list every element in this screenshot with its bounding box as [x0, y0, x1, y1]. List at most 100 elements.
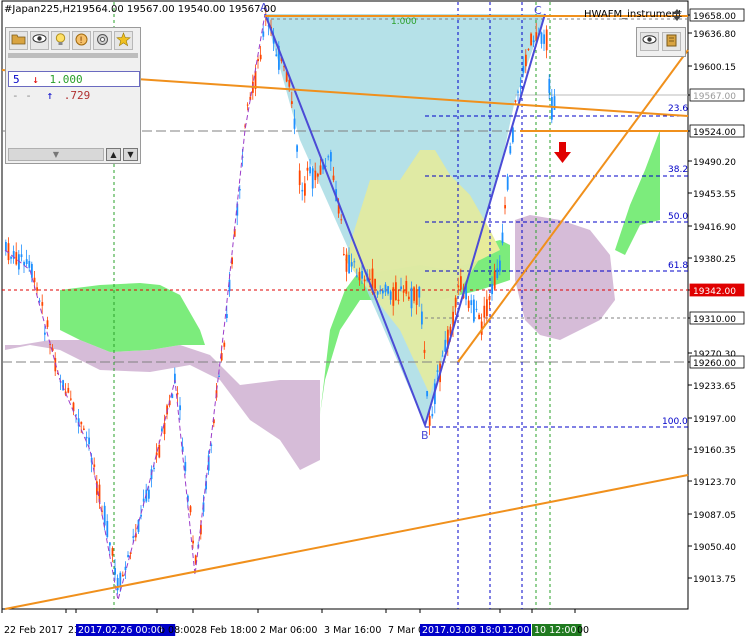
candle-body [41, 302, 44, 306]
candle-body [67, 387, 70, 393]
candle-body [491, 284, 493, 295]
candle-body [504, 205, 506, 209]
fib-row-value: .729 [63, 89, 91, 102]
candle-body [158, 444, 161, 458]
candle-body [400, 286, 402, 290]
candle-body [441, 355, 444, 357]
candle-body [140, 514, 142, 517]
candle-body [423, 349, 426, 353]
price-label: 19567.00 [693, 92, 736, 102]
candle-body [389, 291, 392, 300]
candle-body [343, 253, 345, 255]
candle-body [327, 156, 330, 158]
candle-body [551, 97, 553, 120]
candle-body [317, 173, 319, 177]
eye-icon[interactable] [640, 32, 659, 51]
candle-body [85, 436, 88, 439]
candle-body [431, 413, 434, 417]
price-label: 19453.55 [693, 190, 736, 200]
candle-body [509, 146, 512, 154]
fib-row-number: 5 [13, 73, 20, 86]
candle-body [161, 428, 163, 432]
candle-body [306, 167, 309, 171]
price-label: 19600.15 [693, 63, 736, 73]
scroll-down-icon[interactable]: ▼ [123, 148, 138, 161]
fib-row-dash: - - [12, 89, 32, 102]
price-label: 19524.00 [693, 128, 736, 138]
copy-icon[interactable] [662, 32, 681, 51]
candle-body [311, 168, 314, 189]
lightbulb-icon[interactable] [51, 31, 70, 50]
candle-body [486, 299, 488, 317]
fib-label-23: 23.6 [668, 104, 688, 114]
candle-body [226, 314, 228, 319]
price-label: 19490.20 [693, 158, 736, 168]
svg-text:!: ! [79, 36, 83, 46]
candle-body [392, 287, 395, 306]
candle-body [475, 308, 478, 310]
candle-body [493, 271, 496, 289]
candle-body [483, 305, 486, 318]
candle-body [395, 282, 397, 301]
scroll-up-icon[interactable]: ▲ [106, 148, 121, 161]
candle-body [46, 320, 49, 327]
scroll-down-button[interactable]: ▼ [8, 148, 104, 161]
price-label: 19658.00 [693, 12, 736, 22]
candle-body [340, 219, 343, 221]
candle-body [218, 376, 220, 378]
candle-body [421, 311, 423, 325]
time-label: 10 12:00 [534, 625, 577, 636]
price-label: 19260.00 [693, 359, 736, 369]
candle-body [358, 271, 361, 281]
candle-body [460, 276, 462, 290]
candle-body [142, 498, 145, 502]
candle-body [330, 152, 332, 162]
candle-body [262, 31, 265, 37]
candle-body [301, 189, 304, 192]
candle-body [525, 54, 527, 67]
fib-row[interactable]: - - ↑ .729 [8, 88, 140, 104]
candle-body [293, 118, 296, 129]
star-icon[interactable] [114, 31, 133, 50]
time-label: 22 Feb 2017 [4, 625, 63, 636]
fib-label-38: 38.2 [668, 165, 688, 175]
candle-body [408, 296, 410, 300]
candle-body [28, 260, 31, 268]
candle-body [499, 260, 501, 272]
candle-body [114, 568, 116, 575]
price-label: 19342.00 [693, 287, 736, 297]
candle-body [124, 566, 127, 571]
candle-body [413, 287, 415, 301]
candle-body [517, 91, 519, 93]
eye-icon[interactable] [30, 31, 49, 50]
price-label: 19013.75 [693, 575, 736, 585]
fib-row-selected[interactable]: 5 ↓ 1.000 [8, 71, 140, 87]
settings-icon[interactable] [93, 31, 112, 50]
candle-body [239, 189, 241, 191]
candle-body [304, 183, 306, 196]
candle-body [111, 548, 114, 556]
fib-label-50: 50.0 [668, 212, 688, 222]
candle-body [363, 279, 366, 282]
candle-body [361, 270, 363, 279]
chart-symbol: #Japan225,H2 [4, 4, 76, 15]
candle-body [122, 574, 124, 577]
candle-body [348, 254, 350, 274]
candle-body [192, 540, 194, 544]
candle-body [387, 286, 389, 294]
price-label: 19123.70 [693, 478, 736, 488]
folder-icon[interactable] [9, 31, 28, 50]
candle-body [189, 506, 192, 513]
candle-body [410, 287, 413, 309]
candle-body [374, 278, 376, 289]
alert-icon[interactable]: ! [72, 31, 91, 50]
chart-ohlc: 19564.00 19567.00 19540.00 19567.00 [76, 4, 276, 15]
candle-body [33, 277, 36, 283]
price-label: 19087.05 [693, 511, 736, 521]
indicator-panel [636, 27, 686, 57]
candle-body [70, 398, 72, 400]
candle-body [83, 428, 85, 430]
candle-body [109, 542, 111, 546]
candle-body [20, 254, 23, 258]
price-label: 19636.80 [693, 30, 736, 40]
